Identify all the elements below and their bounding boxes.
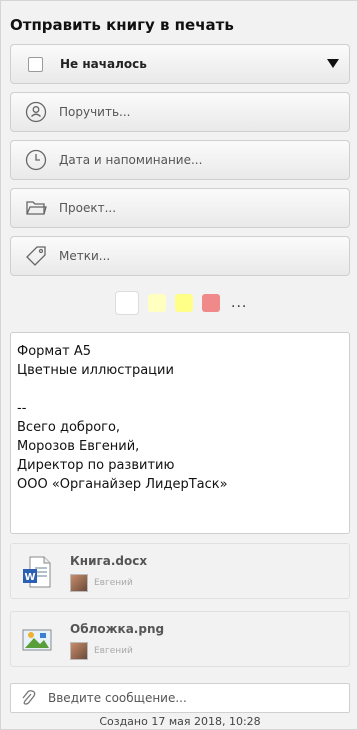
task-details-panel: Отправить книгу в печать Не началось Пор… [0, 0, 358, 730]
date-reminder-button[interactable]: Дата и напоминание... [10, 140, 350, 180]
svg-text:W: W [24, 572, 35, 583]
created-timestamp: Создано 17 мая 2018, 10:28 [99, 715, 261, 728]
more-colors-button[interactable]: ... [231, 295, 247, 311]
person-icon [25, 101, 47, 123]
tag-icon [25, 245, 47, 267]
notes-line: ООО «Органайзер ЛидерТаск» [17, 477, 228, 492]
avatar [70, 642, 88, 660]
notes-line: Всего доброго, [17, 420, 121, 435]
attachment-name[interactable]: Обложка.png [70, 622, 164, 636]
notes-line: -- [17, 401, 27, 416]
complete-checkbox[interactable] [28, 56, 43, 72]
avatar [70, 574, 88, 592]
project-button[interactable]: Проект... [10, 188, 350, 228]
notes-line: Цветные иллюстрации [17, 363, 174, 378]
color-swatch-white[interactable] [115, 291, 139, 315]
assign-button[interactable]: Поручить... [10, 92, 350, 132]
attachment-author: Евгений [94, 578, 133, 588]
message-placeholder: Введите сообщение... [48, 691, 187, 705]
folder-icon [25, 197, 47, 219]
tags-label: Метки... [59, 249, 111, 263]
status-label: Не началось [60, 57, 147, 71]
color-swatch-red[interactable] [202, 294, 220, 312]
image-file-icon [22, 624, 52, 656]
message-field[interactable]: Введите сообщение... [10, 683, 350, 713]
notes-textarea[interactable]: Формат А5 Цветные иллюстрации -- Всего д… [10, 332, 350, 534]
color-picker: ... [115, 291, 247, 315]
attachment-item[interactable]: Обложка.png Евгений [10, 611, 350, 667]
paperclip-icon[interactable] [20, 689, 36, 707]
attachment-name[interactable]: Книга.docx [70, 554, 147, 568]
assign-label: Поручить... [59, 105, 131, 119]
color-swatch-light-yellow[interactable] [148, 294, 166, 312]
clock-icon [25, 149, 47, 171]
tags-button[interactable]: Метки... [10, 236, 350, 276]
word-file-icon: W [22, 556, 52, 588]
notes-line: Директор по развитию [17, 458, 175, 473]
date-label: Дата и напоминание... [59, 153, 203, 167]
attachment-author: Евгений [94, 646, 133, 656]
notes-line: Формат А5 [17, 344, 92, 359]
notes-line: Морозов Евгений, [17, 439, 140, 454]
chevron-down-icon[interactable] [327, 59, 339, 68]
notes-line [17, 380, 343, 399]
project-label: Проект... [59, 201, 117, 215]
task-title[interactable]: Отправить книгу в печать [10, 16, 234, 34]
color-swatch-yellow[interactable] [175, 294, 193, 312]
attachment-item[interactable]: W Книга.docx Евгений [10, 543, 350, 599]
status-dropdown[interactable]: Не началось [10, 44, 350, 84]
